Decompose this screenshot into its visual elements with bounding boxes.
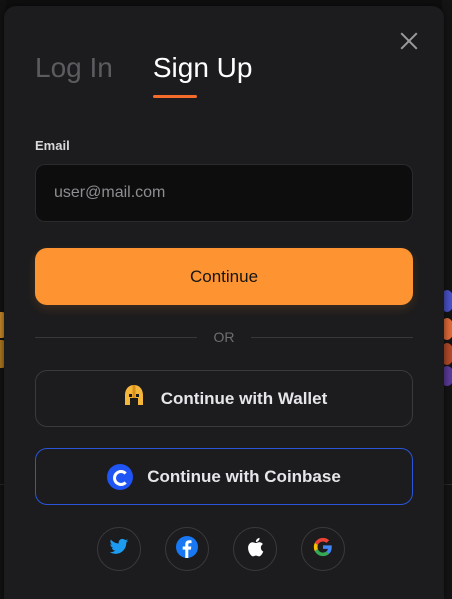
wallet-button-label: Continue with Wallet (160, 388, 328, 408)
apple-icon (245, 536, 265, 563)
tab-log-in[interactable]: Log In (35, 52, 113, 84)
close-icon[interactable] (400, 32, 418, 50)
twitter-login-button[interactable] (97, 527, 141, 571)
auth-tabs: Log In Sign Up (35, 52, 252, 98)
email-label: Email (35, 138, 70, 153)
signup-modal: Log In Sign Up Email Continue OR Continu… (4, 6, 444, 599)
continue-with-coinbase-button[interactable]: Continue with Coinbase (35, 448, 413, 505)
continue-with-wallet-button[interactable]: Continue with Wallet (35, 370, 413, 427)
facebook-login-button[interactable] (165, 527, 209, 571)
coinbase-icon (107, 463, 134, 490)
or-divider: OR (35, 328, 413, 346)
divider-line-right (251, 337, 413, 338)
twitter-icon (109, 538, 129, 561)
apple-login-button[interactable] (233, 527, 277, 571)
facebook-icon (175, 535, 199, 564)
tab-sign-up[interactable]: Sign Up (152, 52, 252, 98)
social-login-row (97, 527, 345, 571)
google-login-button[interactable] (301, 527, 345, 571)
google-icon (313, 537, 333, 562)
coinbase-button-label: Continue with Coinbase (147, 466, 341, 486)
email-field[interactable] (35, 164, 413, 222)
continue-button[interactable]: Continue (35, 248, 413, 305)
helmet-icon (121, 383, 147, 414)
background-divider (444, 484, 452, 485)
